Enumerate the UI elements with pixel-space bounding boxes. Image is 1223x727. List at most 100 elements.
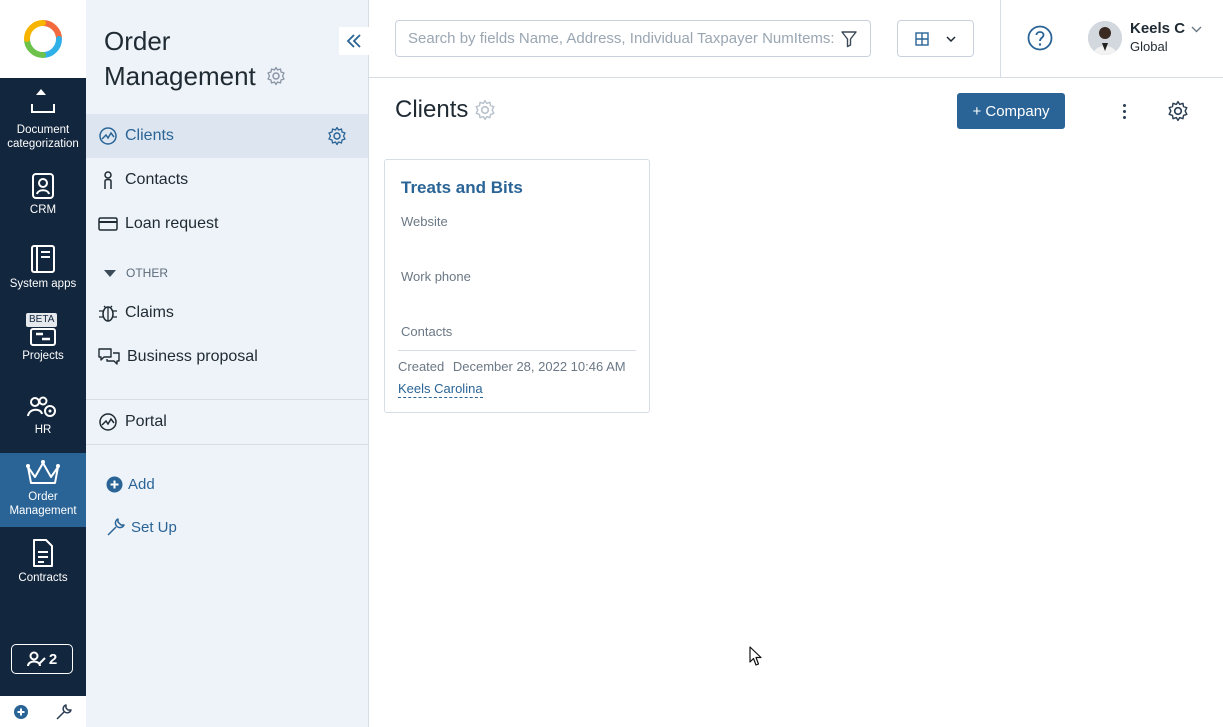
sidebar-item-business-proposal[interactable]: Business proposal xyxy=(86,335,368,379)
sidebar-item-claims[interactable]: Claims xyxy=(86,291,368,335)
sidebar-item-label: Clients xyxy=(125,127,174,144)
rail-item-label: Contracts xyxy=(18,572,68,584)
section-settings-gear-icon[interactable] xyxy=(266,66,286,86)
page-settings-gear-icon[interactable] xyxy=(474,99,496,121)
rail-bottom-bar xyxy=(0,696,86,727)
view-mode-dropdown[interactable] xyxy=(897,20,974,57)
user-menu[interactable]: Keels C Global xyxy=(1088,20,1202,56)
page-title-text: Clients xyxy=(395,96,469,123)
user-edit-icon xyxy=(26,651,46,667)
card-field-label: Work phone xyxy=(401,269,471,284)
contacts-person-icon xyxy=(104,171,112,189)
logo-icon xyxy=(24,20,62,58)
sidebar-item-label: Contacts xyxy=(125,171,189,188)
chevron-down-icon xyxy=(946,35,956,42)
wrench-icon xyxy=(107,518,125,536)
document-categorization-icon xyxy=(31,104,55,113)
rail-item-label: Document categorization xyxy=(7,124,79,150)
users-online-badge[interactable]: 2 xyxy=(11,644,73,674)
clients-globe-icon xyxy=(99,127,117,145)
grid-view-icon xyxy=(915,31,929,46)
rail-item-label: System apps xyxy=(9,278,77,290)
add-link-label: Add xyxy=(128,476,155,493)
app-logo[interactable] xyxy=(0,0,86,78)
user-info: Keels C Global xyxy=(1130,20,1202,56)
sidebar-item-contacts[interactable]: Contacts xyxy=(86,158,368,202)
user-name: Keels C xyxy=(1130,20,1186,37)
settings-gear-icon[interactable] xyxy=(1167,100,1189,122)
users-count: 2 xyxy=(48,650,58,668)
user-scope: Global xyxy=(1130,39,1168,54)
card-field-label: Contacts xyxy=(401,324,453,339)
avatar-photo-icon xyxy=(1088,21,1122,55)
help-icon[interactable] xyxy=(1027,25,1053,51)
bug-icon xyxy=(99,305,117,322)
book-icon xyxy=(31,245,55,273)
sidebar-item-loan-request[interactable]: Loan request xyxy=(86,202,368,246)
caret-down-icon xyxy=(104,269,116,277)
sidebar-group-other[interactable]: OTHER xyxy=(104,266,168,280)
rail-item-crm[interactable]: CRM xyxy=(0,172,86,217)
chat-bubbles-icon xyxy=(98,348,120,365)
card-title[interactable]: Treats and Bits xyxy=(401,178,523,198)
rail-item-system-apps[interactable]: System apps xyxy=(0,244,86,291)
client-card[interactable]: Treats and Bits Website Work phone Conta… xyxy=(384,159,650,413)
rail-item-label: Projects xyxy=(22,350,64,362)
more-options-icon[interactable] xyxy=(1116,100,1132,122)
double-chevron-left-icon xyxy=(346,34,361,48)
sidebar-item-label: Business proposal xyxy=(127,348,258,365)
add-company-button[interactable]: + Company xyxy=(957,93,1065,129)
rail-item-label: HR xyxy=(34,424,52,436)
card-divider xyxy=(398,350,636,351)
filter-icon[interactable] xyxy=(840,30,858,48)
top-bar: Keels C Global xyxy=(369,0,1223,78)
rail-item-label: CRM xyxy=(29,204,57,216)
section-sidebar: Order Management Clients Contacts Loan r… xyxy=(86,0,369,727)
beta-badge: BETA xyxy=(26,313,58,327)
sidebar-divider xyxy=(86,444,368,445)
setup-link-label: Set Up xyxy=(131,518,177,536)
sidebar-title: Order Management xyxy=(104,24,264,94)
group-label: OTHER xyxy=(126,266,168,280)
contract-document-icon xyxy=(33,539,53,567)
plus-circle-icon xyxy=(106,476,123,493)
add-circle-icon[interactable] xyxy=(13,704,29,720)
credit-card-icon xyxy=(98,217,118,231)
clients-settings-gear-icon[interactable] xyxy=(327,126,347,146)
rail-item-order-management[interactable]: Order Management xyxy=(0,453,86,527)
rail-item-hr[interactable]: HR xyxy=(0,396,86,437)
search-box[interactable] xyxy=(395,20,871,57)
scroll-up-icon[interactable] xyxy=(36,89,46,95)
card-author-link[interactable]: Keels Carolina xyxy=(398,381,483,398)
app-rail: Document categorization CRM System apps … xyxy=(0,0,86,727)
crm-icon xyxy=(32,173,54,199)
topbar-divider xyxy=(1000,0,1001,78)
sidebar-item-label: Claims xyxy=(125,304,174,321)
wrench-icon[interactable] xyxy=(55,703,73,721)
crown-icon xyxy=(26,460,60,484)
hr-people-icon xyxy=(27,396,56,417)
projects-icon xyxy=(30,328,56,346)
created-label: Created xyxy=(398,359,445,374)
add-link[interactable]: Add xyxy=(106,476,155,493)
chevron-down-icon xyxy=(1191,26,1202,32)
rail-item-contracts[interactable]: Contracts xyxy=(0,538,86,585)
rail-item-projects[interactable]: Projects xyxy=(0,328,86,363)
sidebar-item-portal[interactable]: Portal xyxy=(86,400,368,444)
sidebar-title-text: Order Management xyxy=(104,26,256,91)
sidebar-item-clients[interactable]: Clients xyxy=(86,114,368,158)
sidebar-item-label: Portal xyxy=(125,413,167,430)
page-title: Clients xyxy=(395,96,496,124)
avatar xyxy=(1088,21,1122,55)
collapse-sidebar-button[interactable] xyxy=(339,27,369,55)
search-input[interactable] xyxy=(408,30,840,47)
rail-item-document-categorization[interactable]: Document categorization xyxy=(0,104,86,151)
portal-globe-icon xyxy=(99,413,117,431)
card-created: Created December 28, 2022 10:46 AM xyxy=(398,359,626,374)
rail-item-label: Order Management xyxy=(9,491,77,517)
setup-link[interactable]: Set Up xyxy=(106,517,177,537)
card-field-label: Website xyxy=(401,214,448,229)
created-date: December 28, 2022 10:46 AM xyxy=(452,359,626,374)
sidebar-item-label: Loan request xyxy=(125,215,219,232)
mouse-cursor-icon xyxy=(749,646,762,666)
